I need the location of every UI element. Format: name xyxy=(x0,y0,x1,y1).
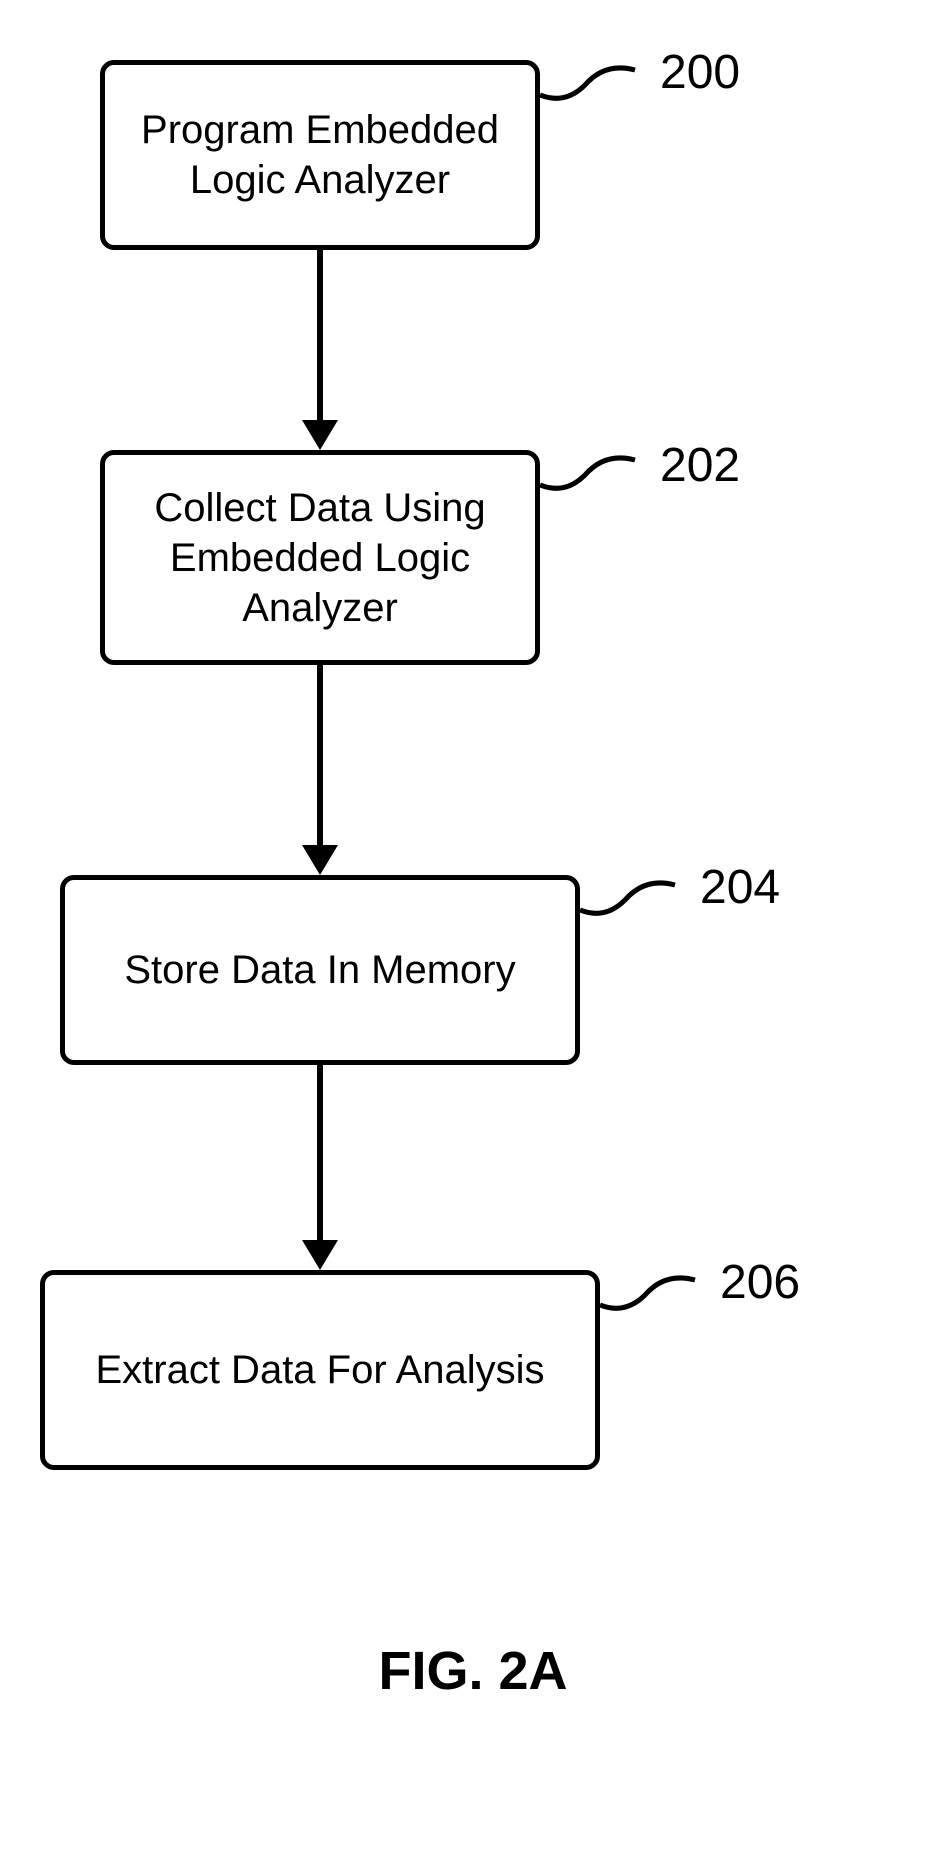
box-collect-data: Collect Data UsingEmbedded LogicAnalyzer xyxy=(100,450,540,665)
arrow-head-icon xyxy=(302,420,338,450)
leader-squiggle-icon xyxy=(540,440,640,510)
box-extract-data: Extract Data For Analysis xyxy=(40,1270,600,1470)
arrow-line xyxy=(317,1065,323,1245)
leader-squiggle-icon xyxy=(600,1260,700,1330)
box-text: Store Data In Memory xyxy=(124,945,515,995)
leader-squiggle-icon xyxy=(540,50,640,120)
box-text: Collect Data UsingEmbedded LogicAnalyzer xyxy=(154,483,485,633)
leader-squiggle-icon xyxy=(580,865,680,935)
box-text: Program EmbeddedLogic Analyzer xyxy=(141,105,499,205)
arrow-head-icon xyxy=(302,1240,338,1270)
box-text: Extract Data For Analysis xyxy=(95,1345,544,1395)
ref-label-200: 200 xyxy=(660,45,740,100)
box-store-data: Store Data In Memory xyxy=(60,875,580,1065)
arrow-head-icon xyxy=(302,845,338,875)
ref-label-206: 206 xyxy=(720,1255,800,1310)
box-program-embedded-logic-analyzer: Program EmbeddedLogic Analyzer xyxy=(100,60,540,250)
arrow-line xyxy=(317,250,323,425)
figure-caption: FIG. 2A xyxy=(0,1640,946,1702)
ref-label-202: 202 xyxy=(660,438,740,493)
ref-label-204: 204 xyxy=(700,860,780,915)
arrow-line xyxy=(317,665,323,850)
